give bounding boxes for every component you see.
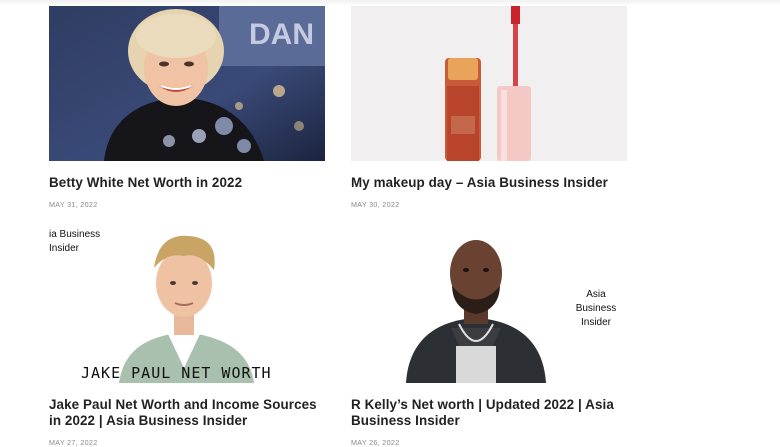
post-thumbnail[interactable]: Asia Business Insider [351,228,627,383]
image-watermark: Asia Business Insider [575,289,617,328]
post-date: MAY 31, 2022 [49,200,98,209]
post-thumbnail[interactable]: DAN [49,6,325,161]
image-watermark: ia Business Insider [49,229,101,254]
post-title[interactable]: R Kelly’s Net worth | Updated 2022 | Asi… [351,397,629,429]
image-overlay-text: JAKE PAUL NET WORTH [81,364,272,382]
post-title[interactable]: Jake Paul Net Worth and Income Sources i… [49,397,327,429]
post-title[interactable]: My makeup day – Asia Business Insider [351,175,629,191]
post-thumbnail[interactable] [351,6,627,161]
post-thumbnail[interactable]: ia Business Insider JAKE PAUL NET WORTH [49,228,325,383]
post-card-makeup-day[interactable]: My makeup day – Asia Business Insider MA… [351,6,629,209]
post-date: MAY 27, 2022 [49,438,98,447]
svg-text:DAN: DAN [249,18,314,51]
post-date: MAY 30, 2022 [351,200,400,209]
post-date: MAY 26, 2022 [351,438,400,447]
post-card-jake-paul[interactable]: ia Business Insider JAKE PAUL NET WORTH … [49,228,327,447]
post-title[interactable]: Betty White Net Worth in 2022 [49,175,327,191]
post-card-r-kelly[interactable]: Asia Business Insider R Kelly’s Net wort… [351,228,629,447]
post-card-betty-white[interactable]: DAN Betty White Net Worth in 2022 MAY 31… [49,6,327,209]
